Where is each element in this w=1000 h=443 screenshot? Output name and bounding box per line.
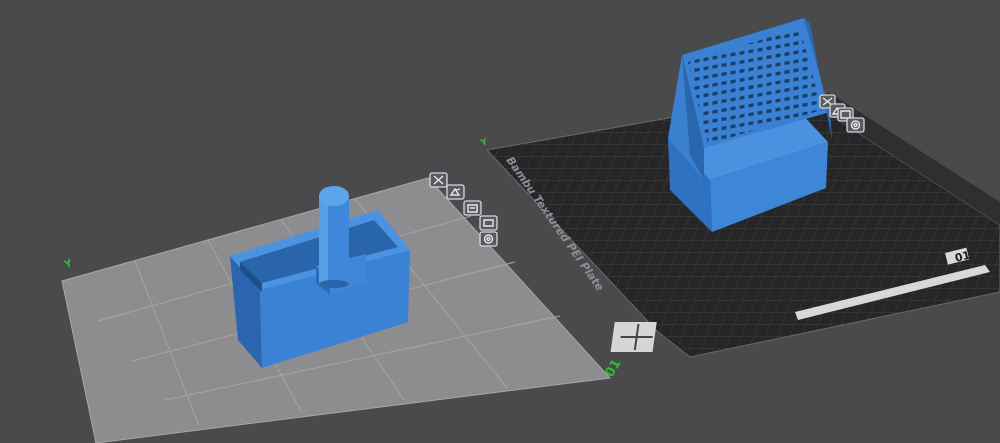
plate-2-corner-grid-icon: [610, 322, 657, 352]
plate-1-close-button[interactable]: [429, 172, 448, 188]
plate-1-arrange-button[interactable]: [446, 184, 465, 200]
build-plate-2[interactable]: Bambu Textured PEI Plate Y 01: [479, 18, 1000, 358]
plate-1-settings-button[interactable]: [479, 215, 498, 247]
plate-1-lock-button[interactable]: [463, 200, 482, 216]
plate-2-origin-label: Y: [479, 137, 490, 149]
3d-viewport[interactable]: Y 01 Bambu Textured PEI Plate Y 01: [0, 0, 1000, 443]
plate-1-origin-label: Y: [62, 258, 74, 271]
plate-2-settings-button[interactable]: [846, 117, 865, 133]
